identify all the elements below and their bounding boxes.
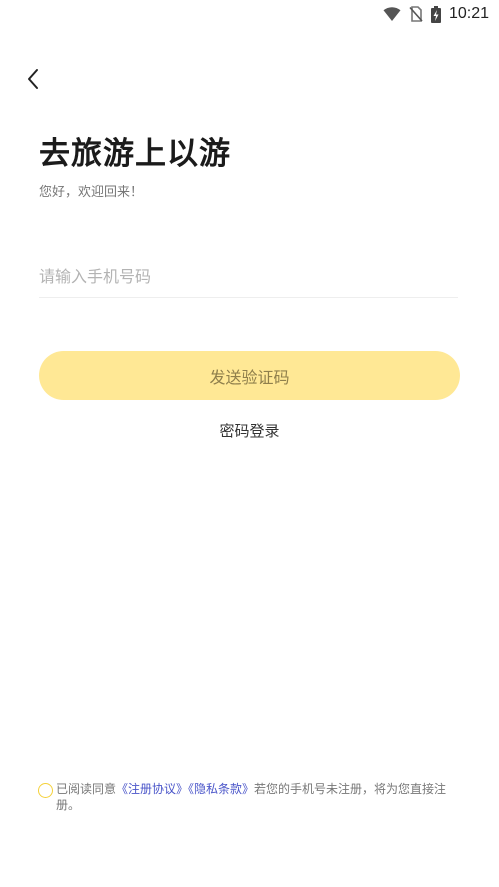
status-bar: 10:21 (0, 0, 499, 28)
phone-input[interactable] (39, 256, 458, 298)
send-code-button[interactable]: 发送验证码 (39, 351, 460, 400)
agreement-row: 已阅读同意《注册协议》《隐私条款》若您的手机号未注册，将为您直接注册。 (38, 781, 460, 813)
privacy-link[interactable]: 《隐私条款》 (188, 782, 254, 796)
page-title: 去旅游上以游 (39, 136, 231, 172)
chevron-left-icon (26, 68, 40, 94)
password-login-link[interactable]: 密码登录 (0, 420, 499, 442)
agreement-prefix: 已阅读同意 (56, 782, 117, 796)
page-subtitle: 您好，欢迎回来！ (39, 185, 144, 200)
status-icons: 10:21 (383, 4, 489, 24)
wifi-icon (383, 6, 401, 22)
agreement-text: 已阅读同意《注册协议》《隐私条款》若您的手机号未注册，将为您直接注册。 (56, 781, 460, 813)
battery-charging-icon (430, 5, 441, 23)
agree-checkbox[interactable] (38, 783, 53, 798)
no-sim-icon (409, 6, 423, 22)
back-button[interactable] (18, 66, 48, 96)
status-time: 10:21 (448, 5, 489, 22)
terms-link[interactable]: 《注册协议》 (116, 782, 188, 796)
